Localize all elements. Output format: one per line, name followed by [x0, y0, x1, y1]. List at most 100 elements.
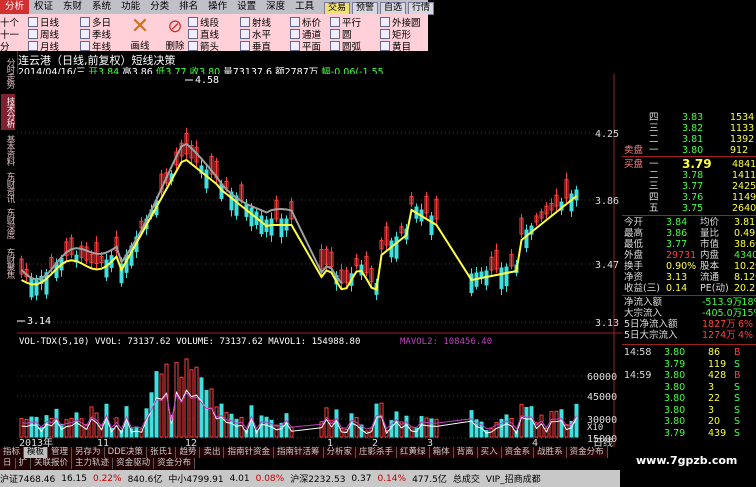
volume-unit: X10	[587, 423, 603, 433]
tool-col9-2[interactable]: 黄目	[380, 39, 411, 53]
indicator-tab-5[interactable]: 张氏1	[147, 447, 177, 458]
tool-col6-2[interactable]: 垂直	[240, 39, 271, 53]
indicator-tab-0[interactable]: 指标	[0, 447, 25, 458]
quote-cell: 3.81	[734, 217, 756, 228]
tool-col5-2[interactable]: 箭头	[188, 39, 219, 53]
candle-body	[394, 236, 399, 259]
stat-row-5: 净资 3.13 流通 8.12亿	[622, 272, 756, 283]
volume-bar	[199, 377, 204, 438]
quote-cell: 内盘	[700, 250, 720, 261]
draw-label: 画线	[130, 41, 150, 52]
volume-bar	[499, 418, 504, 438]
quote-cell: PE(动)	[700, 283, 729, 294]
indicator-tab-12[interactable]: 红黄绿	[397, 447, 430, 458]
indicator-tab-4[interactable]: DDE决策	[104, 447, 148, 458]
sidebar-tab-1[interactable]: 技术分析	[1, 94, 15, 130]
indicator-tab-11[interactable]: 庄影杀手	[356, 447, 398, 458]
quote-cell: 今开	[624, 217, 644, 228]
sidebar-tab-5[interactable]: 东财聚焦	[1, 244, 15, 282]
indicator-tab-6[interactable]: 趋势	[176, 447, 201, 458]
tool-col3-2[interactable]: 年线	[80, 39, 111, 53]
draw-line-button[interactable]: ✕ 画线	[125, 16, 155, 53]
status-item-7: 沪深2232.53	[290, 475, 346, 485]
delete-button[interactable]: ⊘ 删除	[160, 16, 190, 52]
quote-cell: 三	[649, 123, 659, 134]
sidebar-tab-0[interactable]: 分时走势	[1, 54, 15, 92]
indicator-tab-15[interactable]: 买入	[477, 447, 502, 458]
quote-cell: 3.84	[666, 217, 688, 228]
tool-label: 圆弧	[342, 42, 362, 53]
volume-bar	[394, 411, 399, 438]
candle-body	[429, 215, 434, 236]
menu-item-6[interactable]: 排名	[174, 0, 203, 14]
quote-cell: 二	[649, 134, 659, 145]
indicator-tab-7[interactable]: 卖出	[200, 447, 225, 458]
menu-item-0[interactable]: 分析	[0, 0, 30, 14]
volume-bar	[274, 424, 279, 438]
quote-cell: 6%	[738, 319, 754, 330]
tool-icon	[28, 17, 38, 27]
indicator-tab-1[interactable]: 模板	[24, 447, 49, 458]
indicator-tab-3[interactable]: 另存为	[72, 447, 105, 458]
indicator-tab-9[interactable]: 指南针活筹	[274, 447, 324, 458]
sub-tab-4[interactable]: 资金驱动	[113, 458, 155, 469]
tool-col7-2[interactable]: 平面	[290, 39, 321, 53]
quote-cell: 1411	[732, 170, 756, 181]
volume-bar	[354, 416, 359, 438]
indicator-tab-16[interactable]: 资金系	[501, 447, 535, 458]
tool-col8-2[interactable]: 圆弧	[330, 39, 361, 53]
menu-item-10[interactable]: 工具	[290, 0, 319, 14]
indicator-tab-13[interactable]: 箱体	[429, 447, 454, 458]
quote-cell: 0.90%	[666, 261, 697, 272]
quote-cell: 最高	[624, 228, 644, 239]
indicator-tab-14[interactable]: 背离	[453, 447, 478, 458]
bid-row-3: 四 3.76 1149	[622, 192, 756, 203]
quote-cell: 20	[708, 416, 721, 427]
menu-item-3[interactable]: 系统	[87, 0, 116, 14]
kline-chart[interactable]: 4.253.863.473.1360000450003000015000X102…	[17, 74, 622, 447]
tool-icon	[380, 17, 390, 27]
tool-label: 垂直	[252, 42, 272, 53]
volume-bar	[69, 417, 74, 438]
quote-cell: 1392	[730, 134, 755, 145]
quote-cell: 86	[708, 347, 721, 358]
ask-row-0: 四 3.83 1534	[622, 112, 756, 123]
x-axis-label: 4	[532, 438, 538, 447]
candle-body	[574, 189, 579, 201]
sidebar-tab-4[interactable]: 东财深度	[1, 204, 15, 242]
sidebar-tab-3[interactable]: 东财资讯	[1, 168, 15, 206]
quote-cell: 3.80	[664, 381, 686, 393]
indicator-tab-17[interactable]: 战胜系	[534, 447, 567, 458]
price-label: 3.86	[595, 196, 619, 207]
quote-cell: 四	[649, 112, 659, 123]
tick-row-1: 3.79 119 S	[622, 359, 756, 370]
sub-tab-1[interactable]: 扩	[15, 458, 32, 469]
sidebar-tab-2[interactable]: 基本资料	[1, 131, 15, 169]
tool-label: 平面	[302, 42, 322, 53]
sub-tab-2[interactable]: 关联报价	[31, 458, 73, 469]
tool-icon	[330, 41, 340, 51]
quote-cell: 43406	[734, 250, 756, 261]
menu-item-5[interactable]: 分类	[145, 0, 174, 14]
x-axis-label: 2013年	[19, 436, 53, 447]
tool-col2-2[interactable]: 月线	[28, 39, 59, 53]
indicator-tab-18[interactable]: 资金分布	[566, 447, 608, 458]
tool-icon	[28, 29, 38, 39]
indicator-tabs: 指标 模板 管理 另存为 DDE决策 张氏1 趋势 卖出 指南针资金 指南针活筹 分析家 庄影杀手 红黄…	[0, 447, 620, 458]
sub-tab-5[interactable]: 资金分布	[154, 458, 196, 469]
tool-icon	[240, 29, 250, 39]
menu-item-9[interactable]: 深度	[261, 0, 290, 14]
sub-tab-0[interactable]: 日	[0, 458, 16, 469]
menu-item-7[interactable]: 操作	[203, 0, 232, 14]
menu-item-8[interactable]: 设置	[232, 0, 261, 14]
menu-item-1[interactable]: 权证	[29, 0, 58, 14]
indicator-tab-10[interactable]: 分析家	[323, 447, 357, 458]
indicator-tab-8[interactable]: 指南针资金	[224, 447, 274, 458]
indicator-tab-2[interactable]: 管理	[48, 447, 73, 458]
high-marker: 4.58	[195, 75, 219, 86]
menu-item-2[interactable]: 东财	[58, 0, 87, 14]
volume-bar	[194, 366, 199, 438]
tool-icon	[80, 29, 90, 39]
sub-tab-3[interactable]: 主力轨迹	[72, 458, 114, 469]
menu-item-4[interactable]: 功能	[116, 0, 145, 14]
